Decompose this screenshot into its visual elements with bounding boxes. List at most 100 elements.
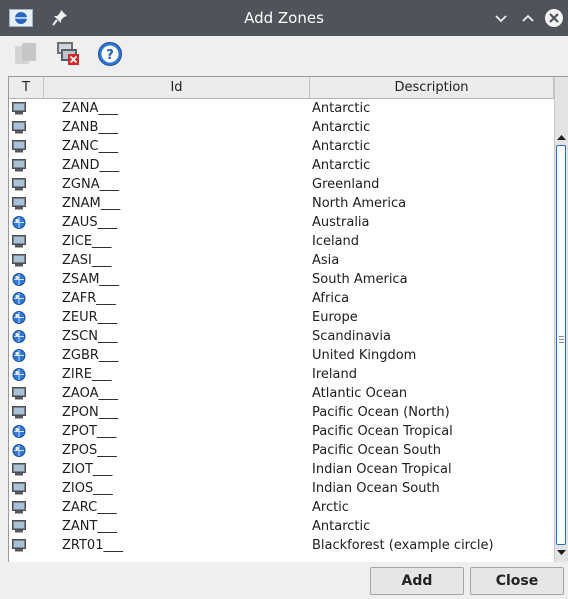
svg-text:?: ?	[106, 48, 114, 63]
title-bar: Add Zones	[0, 0, 568, 36]
cell-description: North America	[312, 196, 407, 211]
globe-icon	[12, 273, 26, 286]
copy-icon[interactable]	[13, 41, 39, 67]
cell-description: Indian Ocean South	[312, 481, 440, 496]
table-row[interactable]: ZICE___ Iceland	[9, 232, 554, 251]
cell-id: ZAUS___	[62, 215, 118, 230]
table-row[interactable]: ZIOS___ Indian Ocean South	[9, 479, 554, 498]
scroll-down-arrow-icon[interactable]	[555, 548, 568, 557]
help-icon[interactable]: ?	[97, 41, 123, 67]
table-row[interactable]: ZNAM___ North America	[9, 194, 554, 213]
table-row[interactable]: ZIRE___ Ireland	[9, 365, 554, 384]
table-header: T Id Description	[9, 77, 554, 99]
monitor-icon	[12, 406, 26, 419]
cell-id: ZIRE___	[62, 367, 112, 382]
close-icon[interactable]	[544, 8, 564, 28]
cell-id: ZARC___	[62, 500, 117, 515]
cell-id: ZGNA___	[62, 177, 120, 192]
table-row[interactable]: ZEUR___ Europe	[9, 308, 554, 327]
table-row[interactable]: ZAOA___ Atlantic Ocean	[9, 384, 554, 403]
table-row[interactable]: ZANA___ Antarctic	[9, 99, 554, 118]
scroll-up-arrow-icon[interactable]	[555, 133, 568, 142]
column-header-description[interactable]: Description	[310, 77, 554, 98]
cell-description: Indian Ocean Tropical	[312, 462, 452, 477]
monitor-icon	[12, 463, 26, 476]
table-row[interactable]: ZGBR___ United Kingdom	[9, 346, 554, 365]
cell-description: Antarctic	[312, 120, 371, 135]
table-row[interactable]: ZIOT___ Indian Ocean Tropical	[9, 460, 554, 479]
table-row[interactable]: ZAUS___ Australia	[9, 213, 554, 232]
cell-description: Antarctic	[312, 519, 371, 534]
cell-id: ZANA___	[62, 101, 118, 116]
cell-description: Pacific Ocean (North)	[312, 405, 450, 420]
table-row[interactable]: ZASI___ Asia	[9, 251, 554, 270]
cell-id: ZIOS___	[62, 481, 113, 496]
globe-icon	[12, 330, 26, 343]
cell-description: Antarctic	[312, 158, 371, 173]
globe-icon	[12, 349, 26, 362]
cell-description: Europe	[312, 310, 358, 325]
column-header-id[interactable]: Id	[44, 77, 310, 98]
cell-description: Australia	[312, 215, 370, 230]
monitor-icon	[12, 254, 26, 267]
cell-description: Asia	[312, 253, 340, 268]
globe-icon	[12, 216, 26, 229]
table-row[interactable]: ZANT___ Antarctic	[9, 517, 554, 536]
cell-description: Iceland	[312, 234, 360, 249]
globe-icon	[12, 425, 26, 438]
cell-description: Arctic	[312, 500, 349, 515]
globe-icon	[12, 368, 26, 381]
cell-description: Scandinavia	[312, 329, 391, 344]
scrollbar-thumb[interactable]	[556, 145, 566, 545]
table-row[interactable]: ZAFR___ Africa	[9, 289, 554, 308]
cell-id: ZANT___	[62, 519, 117, 534]
monitor-icon	[12, 387, 26, 400]
toolbar: ?	[0, 36, 568, 74]
close-button[interactable]: Close	[470, 567, 564, 595]
cell-id: ZAFR___	[62, 291, 116, 306]
table-row[interactable]: ZARC___ Arctic	[9, 498, 554, 517]
table-row[interactable]: ZPON___ Pacific Ocean (North)	[9, 403, 554, 422]
cell-id: ZPOT___	[62, 424, 117, 439]
cell-id: ZPON___	[62, 405, 119, 420]
maximize-icon[interactable]	[518, 8, 538, 28]
monitor-icon	[12, 235, 26, 248]
window-title: Add Zones	[244, 9, 324, 27]
cell-description: United Kingdom	[312, 348, 417, 363]
cell-description: Africa	[312, 291, 350, 306]
table-row[interactable]: ZPOT___ Pacific Ocean Tropical	[9, 422, 554, 441]
cell-id: ZIOT___	[62, 462, 113, 477]
cell-id: ZRT01___	[62, 538, 123, 553]
table-row[interactable]: ZGNA___ Greenland	[9, 175, 554, 194]
table-row[interactable]: ZANB___ Antarctic	[9, 118, 554, 137]
monitor-icon	[12, 482, 26, 495]
table-row[interactable]: ZRT01___ Blackforest (example circle)	[9, 536, 554, 555]
monitor-icon	[12, 102, 26, 115]
cell-id: ZSCN___	[62, 329, 118, 344]
column-header-type[interactable]: T	[9, 77, 44, 98]
cell-description: Greenland	[312, 177, 380, 192]
table-row[interactable]: ZPOS___ Pacific Ocean South	[9, 441, 554, 460]
globe-icon	[12, 311, 26, 324]
cell-id: ZPOS___	[62, 443, 117, 458]
zones-table: T Id Description ZANA___ Antarctic ZANB_…	[8, 76, 568, 563]
cell-description: Antarctic	[312, 101, 371, 116]
vertical-scrollbar[interactable]	[554, 77, 568, 562]
minimize-icon[interactable]	[491, 8, 511, 28]
table-row[interactable]: ZSCN___ Scandinavia	[9, 327, 554, 346]
add-button[interactable]: Add	[370, 567, 464, 595]
cell-description: Pacific Ocean Tropical	[312, 424, 453, 439]
cell-description: Antarctic	[312, 139, 371, 154]
cell-id: ZANC___	[62, 139, 119, 154]
table-row[interactable]: ZANC___ Antarctic	[9, 137, 554, 156]
cell-id: ZASI___	[62, 253, 112, 268]
remove-zone-icon[interactable]	[55, 41, 81, 67]
table-row[interactable]: ZAND___ Antarctic	[9, 156, 554, 175]
cell-id: ZAND___	[62, 158, 120, 173]
cell-description: Atlantic Ocean	[312, 386, 408, 401]
grip-line	[559, 339, 564, 340]
cell-description: South America	[312, 272, 408, 287]
cell-id: ZSAM___	[62, 272, 120, 287]
monitor-icon	[12, 121, 26, 134]
table-row[interactable]: ZSAM___ South America	[9, 270, 554, 289]
